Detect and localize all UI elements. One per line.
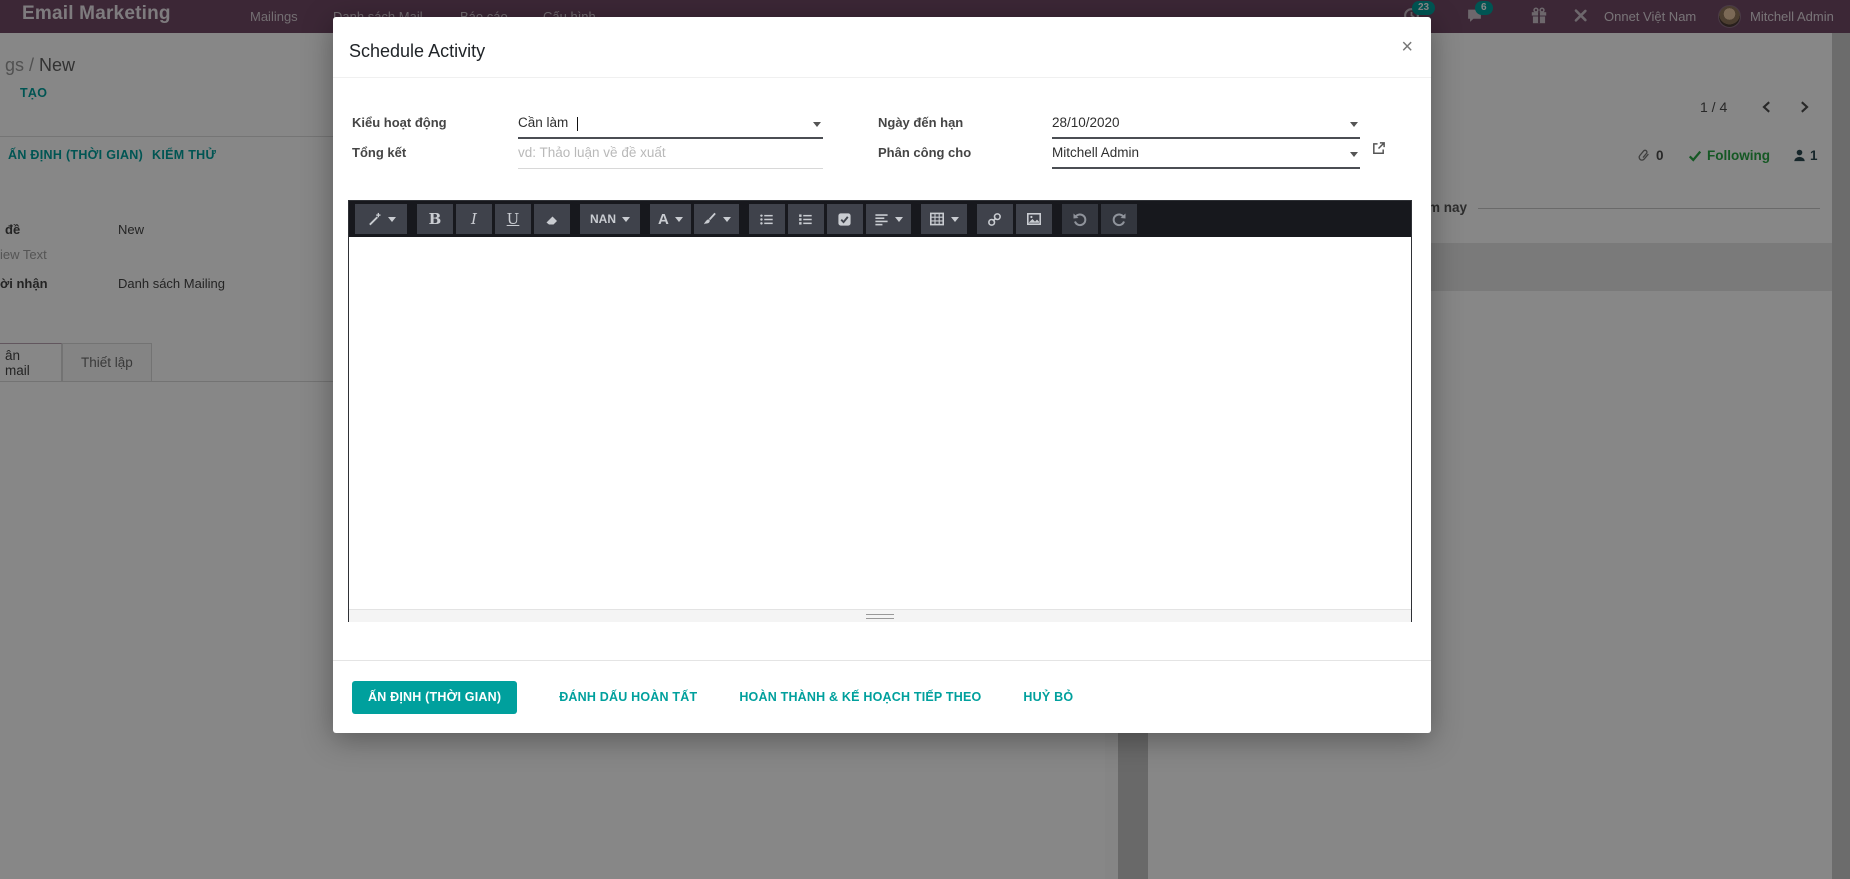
redo-button[interactable] [1101,204,1137,234]
insert-link-button[interactable] [977,204,1013,234]
schedule-activity-modal: Schedule Activity × Kiểu hoạt động Cần l… [333,17,1431,733]
editor-content-area[interactable] [349,237,1411,609]
activity-type-value: Cần làm [518,115,568,130]
underline-button[interactable]: U [495,204,531,234]
activity-type-select[interactable]: Cần làm [518,109,823,139]
redo-icon [1111,211,1127,227]
due-date-input[interactable]: 28/10/2020 [1052,109,1360,139]
table-button[interactable] [921,204,967,234]
discard-button[interactable]: HUỶ BỎ [1023,690,1073,704]
checklist-icon [837,212,852,227]
activity-type-caret-icon[interactable] [813,122,821,127]
font-color-caret-icon [675,217,683,222]
resize-grip-icon [866,614,894,619]
highlight-button[interactable] [694,204,739,234]
modal-footer: ẤN ĐỊNH (THỜI GIAN) ĐÁNH DẤU HOÀN TẤT HO… [333,660,1431,733]
highlight-caret-icon [723,217,731,222]
font-color-label: A [658,211,669,228]
font-size-caret-icon [622,217,630,222]
list-ol-icon [798,212,813,227]
ordered-list-button[interactable] [788,204,824,234]
link-icon [987,212,1002,227]
magic-wand-icon [367,212,382,227]
summary-input[interactable]: vd: Thảo luận về đề xuất [518,139,823,169]
table-icon [929,211,945,227]
paintbrush-icon [702,212,717,227]
insert-image-button[interactable] [1016,204,1052,234]
font-color-button[interactable]: A [650,204,691,234]
align-caret-icon [895,217,903,222]
align-button[interactable] [866,204,911,234]
eraser-button[interactable] [534,204,570,234]
screen: Email Marketing Mailings Danh sách Mail … [0,0,1850,879]
close-icon[interactable]: × [1401,37,1413,57]
checklist-button[interactable] [827,204,863,234]
external-link-icon[interactable] [1371,141,1386,156]
summary-placeholder: vd: Thảo luận về đề xuất [518,145,666,160]
font-size-button[interactable]: NAN [580,204,640,234]
align-icon [874,212,889,227]
bold-button[interactable]: B [417,204,453,234]
eraser-icon [544,211,560,227]
undo-button[interactable] [1062,204,1098,234]
due-date-caret-icon[interactable] [1350,122,1358,127]
note-editor: B I U NAN A [348,200,1412,622]
schedule-button[interactable]: ẤN ĐỊNH (THỜI GIAN) [352,681,517,714]
editor-toolbar: B I U NAN A [349,201,1411,237]
assigned-to-value: Mitchell Admin [1052,145,1139,160]
mark-done-button[interactable]: ĐÁNH DẤU HOÀN TẤT [559,690,697,704]
modal-header-divider [333,77,1431,78]
style-caret-icon [388,217,396,222]
font-size-label: NAN [590,212,616,226]
modal-title: Schedule Activity [349,41,485,62]
unordered-list-button[interactable] [749,204,785,234]
activity-type-label: Kiểu hoạt động [352,115,447,130]
text-cursor [577,117,578,131]
list-ul-icon [759,212,774,227]
undo-icon [1072,211,1088,227]
editor-resize-handle[interactable] [349,609,1411,622]
image-icon [1026,211,1042,227]
done-schedule-next-button[interactable]: HOÀN THÀNH & KẾ HOẠCH TIẾP THEO [739,690,981,704]
assigned-to-caret-icon[interactable] [1350,152,1358,157]
due-date-value: 28/10/2020 [1052,115,1120,130]
style-magic-button[interactable] [355,204,407,234]
summary-label: Tổng kết [352,145,406,160]
table-caret-icon [951,217,959,222]
assigned-to-select[interactable]: Mitchell Admin [1052,139,1360,169]
assigned-to-label: Phân công cho [878,145,971,160]
due-date-label: Ngày đến hạn [878,115,963,130]
italic-button[interactable]: I [456,204,492,234]
